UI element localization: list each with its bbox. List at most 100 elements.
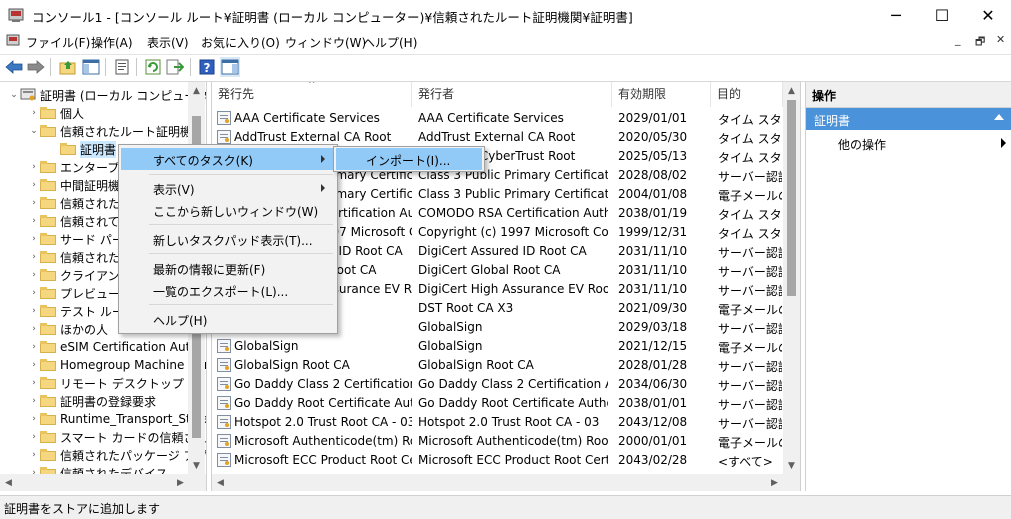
scroll-left-arrow[interactable]: ◀ [0, 474, 17, 491]
tree-item[interactable]: › 信頼されたパッケージ アプリ [28, 446, 207, 464]
scroll-right-arrow[interactable]: ▶ [766, 474, 783, 491]
table-row[interactable]: GlobalSign Root CA GlobalSign Root CA 2028… [212, 356, 783, 375]
scroll-down-arrow[interactable]: ▼ [783, 457, 800, 474]
show-hide-action-pane-button[interactable] [220, 57, 240, 77]
refresh-button[interactable] [143, 57, 163, 77]
scroll-left-arrow[interactable]: ◀ [212, 474, 229, 491]
tree-item[interactable]: › 証明書の登録要求 [28, 392, 156, 410]
other-actions-link[interactable]: 他の操作 [838, 136, 886, 153]
cell-issued-by: DigiCert High Assurance EV Root ... [418, 282, 608, 296]
cell-issued-by: AAA Certificate Services [418, 111, 564, 125]
mdi-minimize-button[interactable]: _ [955, 33, 961, 46]
cell-issued-by: GlobalSign [418, 339, 483, 353]
toolbar-separator [136, 58, 137, 76]
tree-root[interactable]: ⌄ 証明書 (ローカル コンピューター) [8, 86, 207, 104]
scroll-down-arrow[interactable]: ▼ [188, 457, 205, 474]
menu-item-import[interactable]: インポート(I)... [336, 148, 482, 170]
cell-issued-to: AddTrust External CA Root [234, 130, 392, 144]
menu-item-label: 一覧のエクスポート(L)... [153, 285, 289, 299]
folder-icon [40, 233, 56, 245]
chevron-right-icon: › [32, 288, 36, 298]
menu-item-refresh[interactable]: 最新の情報に更新(F) [121, 257, 335, 279]
tree-item[interactable]: › 中間証明機関 [28, 176, 132, 194]
tree-item[interactable]: › eSIM Certification Authorities [28, 338, 206, 356]
menu-item-all-tasks[interactable]: すべてのタスク(K) [121, 148, 335, 170]
tree-item[interactable]: 証明書 [48, 140, 117, 158]
help-button[interactable]: ? [197, 57, 217, 77]
menu-item-label: インポート(I)... [366, 154, 451, 168]
list-vertical-scrollbar[interactable]: ▲ ▼ [783, 82, 800, 474]
list-scroll-thumb[interactable] [787, 100, 796, 296]
up-one-level-button[interactable] [58, 57, 78, 77]
mmc-app-icon [8, 8, 24, 22]
cell-expiration: 2031/11/10 [618, 244, 688, 258]
menu-item-view[interactable]: 表示(V) [121, 177, 335, 199]
tree-item[interactable]: › スマート カードの信頼されたルート [28, 428, 206, 446]
forward-arrow-icon [27, 60, 45, 74]
scroll-right-arrow[interactable]: ▶ [172, 474, 189, 491]
folder-icon [40, 125, 56, 137]
minimize-button[interactable]: ─ [873, 0, 919, 31]
column-header-purpose[interactable]: 目的 [711, 82, 783, 107]
tree-item[interactable]: › 個人 [28, 104, 84, 122]
menu-view[interactable]: 表示(V) [147, 34, 189, 51]
table-row[interactable]: Go Daddy Root Certificate Auth... Go Dadd… [212, 394, 783, 413]
column-header-expiration[interactable]: 有効期限 [612, 82, 711, 107]
show-hide-tree-button[interactable] [81, 57, 101, 77]
tree-item-label: 信頼されたパッケージ アプリ [60, 448, 207, 463]
menu-favorites[interactable]: お気に入り(O) [201, 34, 280, 51]
scroll-up-arrow[interactable]: ▲ [783, 82, 800, 99]
cell-purpose: タイム スタンプ [718, 208, 782, 222]
menu-item-label: ヘルプ(H) [153, 314, 208, 328]
tree-item[interactable]: › Runtime_Transport_Store [28, 410, 206, 428]
table-row[interactable]: Microsoft ECC Product Root Cer... Microso… [212, 451, 783, 470]
tree-horizontal-scrollbar[interactable]: ◀ ▶ [0, 474, 206, 491]
menu-window[interactable]: ウィンドウ(W) [285, 34, 366, 51]
column-header-issued-by[interactable]: 発行者 [412, 82, 612, 107]
menu-file[interactable]: ファイル(F) [26, 34, 90, 51]
action-section-label: 証明書 [814, 114, 851, 128]
properties-button[interactable] [112, 57, 132, 77]
chevron-right-icon: › [32, 396, 36, 406]
menu-item-new-taskpad[interactable]: 新しいタスクパッド表示(T)... [121, 228, 335, 250]
certificate-icon [217, 434, 231, 448]
tree-item[interactable]: ⌄ 信頼されたルート証明機関 [28, 122, 204, 140]
cell-issued-by: DST Root CA X3 [418, 301, 514, 315]
menu-item-export-list[interactable]: 一覧のエクスポート(L)... [121, 279, 335, 301]
table-row[interactable]: Go Daddy Class 2 Certification ... Go Dad… [212, 375, 783, 394]
chevron-right-icon: › [32, 306, 36, 316]
toolbar-separator [50, 58, 51, 76]
maximize-button[interactable]: ☐ [919, 0, 965, 31]
menu-item-label: 表示(V) [153, 183, 195, 197]
table-row[interactable]: Microsoft Authenticode(tm) Roo... Microso… [212, 432, 783, 451]
toolbar-separator [105, 58, 106, 76]
scroll-up-arrow[interactable]: ▲ [188, 82, 205, 99]
certificate-icon [217, 377, 231, 391]
certificate-icon [217, 415, 231, 429]
certificate-icon [217, 358, 231, 372]
close-button[interactable]: ✕ [965, 0, 1011, 31]
table-row[interactable]: Hotspot 2.0 Trust Root CA - 03 Hotspot 2.… [212, 413, 783, 432]
cell-issued-by: AddTrust External CA Root [418, 130, 576, 144]
folder-icon [40, 305, 56, 317]
export-list-button[interactable] [165, 57, 185, 77]
table-row[interactable]: AAA Certificate Services AAA Certificate … [212, 109, 783, 128]
action-section-certificates[interactable]: 証明書 [806, 108, 1011, 130]
tree-item[interactable]: › Homegroup Machine Certificates [28, 356, 206, 374]
tree-item[interactable]: › ほかの人 [28, 320, 108, 338]
tree-root-label: 証明書 (ローカル コンピューター) [40, 88, 207, 103]
table-row[interactable]: GlobalSign GlobalSign 2021/12/15 電子メールの保 [212, 337, 783, 356]
menu-item-new-window[interactable]: ここから新しいウィンドウ(W) [121, 199, 335, 221]
mdi-close-button[interactable]: ✕ [996, 33, 1005, 46]
list-horizontal-scrollbar[interactable]: ◀ ▶ [212, 474, 800, 491]
tree-item[interactable]: › リモート デスクトップ [28, 374, 184, 392]
menu-action[interactable]: 操作(A) [91, 34, 133, 51]
cell-purpose: 電子メールの保 [718, 189, 782, 203]
mdi-restore-button[interactable]: 🗗 [975, 33, 985, 52]
back-button[interactable] [4, 57, 24, 77]
folder-icon [40, 341, 56, 353]
forward-button[interactable] [26, 57, 46, 77]
chevron-right-icon: › [32, 252, 36, 262]
menu-item-help[interactable]: ヘルプ(H) [121, 308, 335, 330]
menu-help[interactable]: ヘルプ(H) [363, 34, 417, 51]
